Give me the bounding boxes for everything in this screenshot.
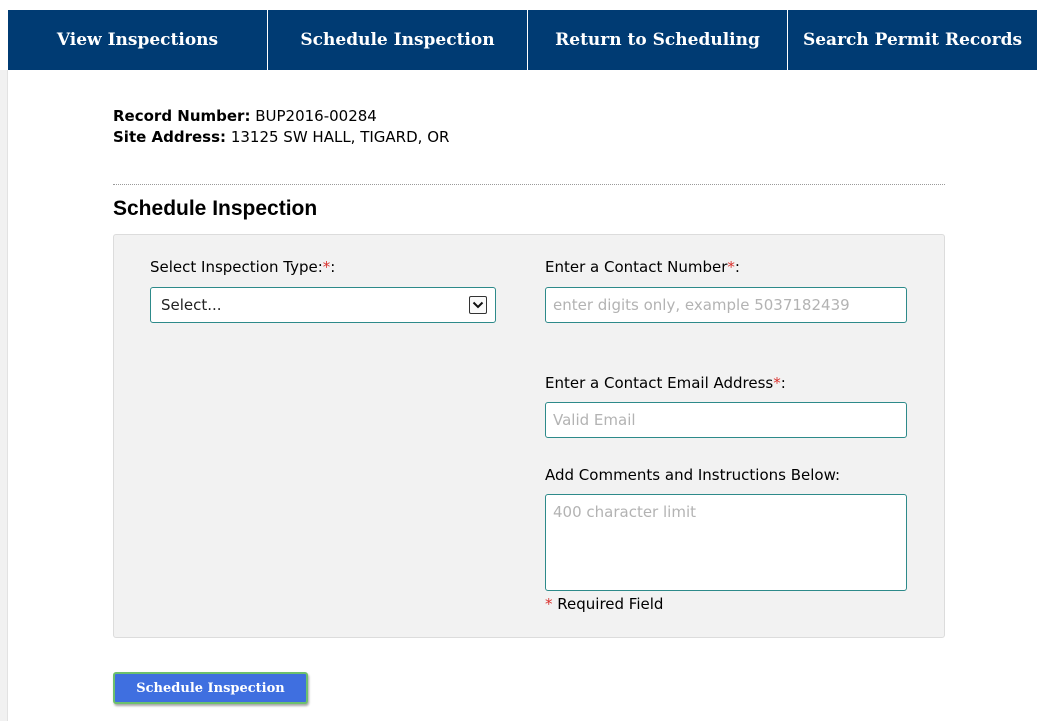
required-asterisk: * <box>773 374 781 392</box>
label-colon: : <box>330 258 336 276</box>
required-field-text: Required Field <box>552 595 664 613</box>
contact-number-input[interactable] <box>545 287 907 323</box>
contact-number-label: Enter a Contact Number*: <box>545 258 740 276</box>
site-address-line: Site Address: 13125 SW HALL, TIGARD, OR <box>113 127 449 148</box>
record-info: Record Number: BUP2016-00284 Site Addres… <box>113 106 449 148</box>
page: View Inspections Schedule Inspection Ret… <box>0 0 1037 721</box>
contact-number-label-text: Enter a Contact Number <box>545 258 728 276</box>
label-colon: : <box>734 258 740 276</box>
nav-bar: View Inspections Schedule Inspection Ret… <box>8 10 1037 70</box>
left-border <box>0 70 8 721</box>
nav-return-to-scheduling[interactable]: Return to Scheduling <box>528 10 788 70</box>
chevron-down-icon[interactable] <box>469 296 487 314</box>
section-divider <box>113 184 945 185</box>
record-number-line: Record Number: BUP2016-00284 <box>113 106 449 127</box>
required-asterisk: * <box>727 258 735 276</box>
inspection-type-selected: Select... <box>161 296 222 314</box>
contact-email-label-text: Enter a Contact Email Address <box>545 374 774 392</box>
top-navigation: View Inspections Schedule Inspection Ret… <box>0 0 1037 70</box>
nav-search-permit-records[interactable]: Search Permit Records <box>788 10 1037 70</box>
site-address-value: 13125 SW HALL, TIGARD, OR <box>230 128 450 146</box>
section-title: Schedule Inspection <box>113 197 318 220</box>
nav-schedule-inspection[interactable]: Schedule Inspection <box>268 10 528 70</box>
label-colon: : <box>780 374 786 392</box>
required-asterisk: * <box>545 595 553 613</box>
contact-email-label: Enter a Contact Email Address*: <box>545 374 786 392</box>
inspection-type-label: Select Inspection Type:*: <box>150 258 335 276</box>
record-number-value: BUP2016-00284 <box>255 107 377 125</box>
comments-textarea[interactable] <box>545 494 907 591</box>
site-address-label: Site Address: <box>113 128 227 146</box>
inspection-type-label-text: Select Inspection Type: <box>150 258 323 276</box>
inspection-type-select[interactable]: Select... <box>150 287 496 323</box>
record-number-label: Record Number: <box>113 107 251 125</box>
comments-label: Add Comments and Instructions Below: <box>545 466 841 484</box>
contact-email-input[interactable] <box>545 402 907 438</box>
schedule-inspection-button[interactable]: Schedule Inspection <box>113 672 308 704</box>
required-field-note: * Required Field <box>545 595 663 613</box>
nav-view-inspections[interactable]: View Inspections <box>8 10 268 70</box>
